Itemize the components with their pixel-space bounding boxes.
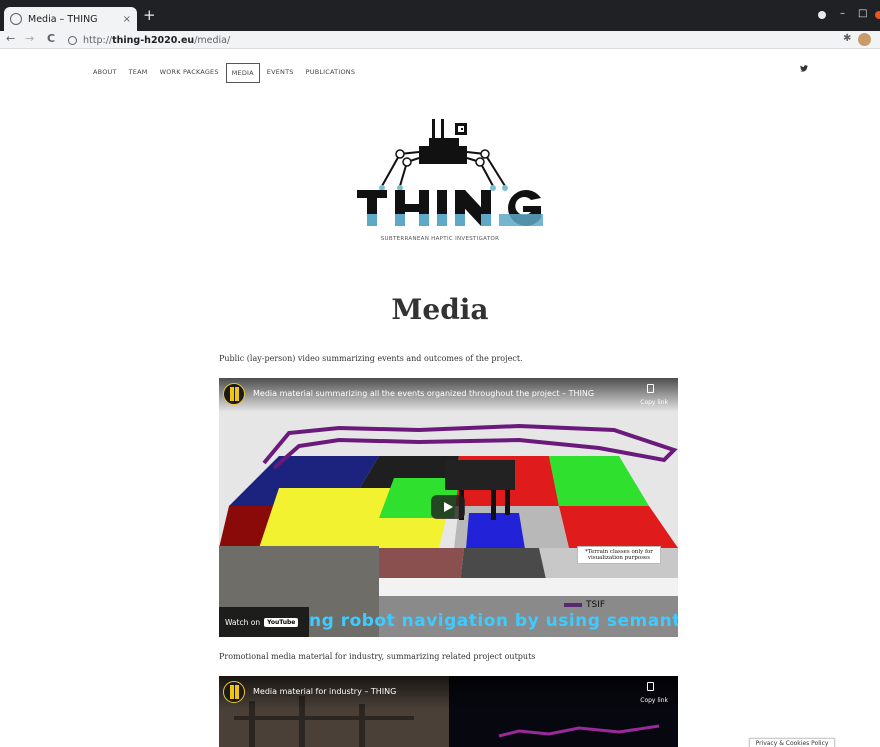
nav-team[interactable]: TEAM bbox=[124, 63, 153, 83]
youtube-embed-industry[interactable]: Media material for industry – THING Copy… bbox=[219, 676, 678, 747]
watch-on-youtube-button[interactable]: Watch on YouTube bbox=[219, 607, 309, 637]
nav-publications[interactable]: PUBLICATIONS bbox=[301, 63, 361, 83]
maximize-button[interactable]: □ bbox=[858, 8, 867, 19]
thing-logo[interactable] bbox=[355, 118, 545, 243]
play-button[interactable] bbox=[431, 495, 465, 519]
url-path: /media/ bbox=[194, 34, 231, 46]
globe-icon bbox=[10, 13, 22, 25]
nav-media[interactable]: MEDIA bbox=[225, 63, 260, 83]
tab-title: Media – THING bbox=[28, 13, 98, 25]
video-subtitle: ng robot navigation by using semantic bbox=[309, 611, 678, 631]
url-domain: thing-h2020.eu bbox=[112, 34, 195, 46]
industry-paragraph: Promotional media material for industry,… bbox=[219, 652, 536, 661]
terrain-note: *Terrain classes only for visualization … bbox=[577, 546, 661, 564]
intro-paragraph: Public (lay-person) video summarizing ev… bbox=[219, 354, 523, 363]
forward-button[interactable]: → bbox=[25, 32, 34, 45]
tab-close-icon[interactable]: × bbox=[123, 14, 131, 25]
browser-tab[interactable]: Media – THING × bbox=[4, 7, 137, 31]
profile-icon[interactable] bbox=[818, 11, 826, 19]
watch-on-label: Watch on bbox=[225, 617, 261, 627]
logo-tagline: SUBTERRANEAN HAPTIC INVESTIGATOR bbox=[380, 236, 500, 242]
privacy-cookies-button[interactable]: Privacy & Cookies Policy bbox=[749, 738, 835, 747]
channel-logo-icon[interactable] bbox=[223, 681, 245, 703]
close-window-button[interactable] bbox=[875, 11, 880, 19]
minimize-button[interactable]: – bbox=[840, 8, 845, 19]
legend-tsif: TSIF bbox=[564, 600, 605, 610]
avatar[interactable] bbox=[858, 33, 871, 46]
youtube-embed-public[interactable]: *Terrain classes only for visualization … bbox=[219, 378, 678, 637]
url-scheme: http:// bbox=[83, 34, 113, 46]
back-button[interactable]: ← bbox=[6, 32, 15, 45]
page-title: Media bbox=[391, 293, 489, 326]
browser-toolbar: ← → C http://thing-h2020.eu/media/ ✱ bbox=[0, 31, 880, 49]
site-info-icon[interactable] bbox=[68, 35, 77, 45]
nav-work-packages[interactable]: WORK PACKAGES bbox=[155, 63, 224, 83]
robot-logo-icon bbox=[357, 119, 543, 226]
extensions-icon[interactable]: ✱ bbox=[843, 33, 851, 44]
copy-link-label[interactable]: Copy link bbox=[640, 697, 668, 704]
twitter-icon[interactable] bbox=[800, 65, 808, 74]
reload-button[interactable]: C bbox=[47, 32, 55, 45]
video-title[interactable]: Media material summarizing all the event… bbox=[253, 389, 594, 398]
new-tab-button[interactable]: + bbox=[143, 6, 156, 24]
nav-about[interactable]: ABOUT bbox=[88, 63, 122, 83]
nav-events[interactable]: EVENTS bbox=[262, 63, 299, 83]
site-nav: ABOUT TEAM WORK PACKAGES MEDIA EVENTS PU… bbox=[88, 63, 362, 83]
browser-titlebar: Media – THING × + – □ bbox=[0, 0, 880, 31]
youtube-logo-icon: YouTube bbox=[264, 617, 299, 627]
copy-link-label[interactable]: Copy link bbox=[640, 399, 668, 406]
address-bar[interactable]: http://thing-h2020.eu/media/ bbox=[68, 32, 230, 48]
copy-link-icon[interactable] bbox=[647, 682, 654, 691]
channel-logo-icon[interactable] bbox=[223, 383, 245, 405]
video-title[interactable]: Media material for industry – THING bbox=[253, 687, 396, 696]
copy-link-icon[interactable] bbox=[647, 384, 654, 393]
